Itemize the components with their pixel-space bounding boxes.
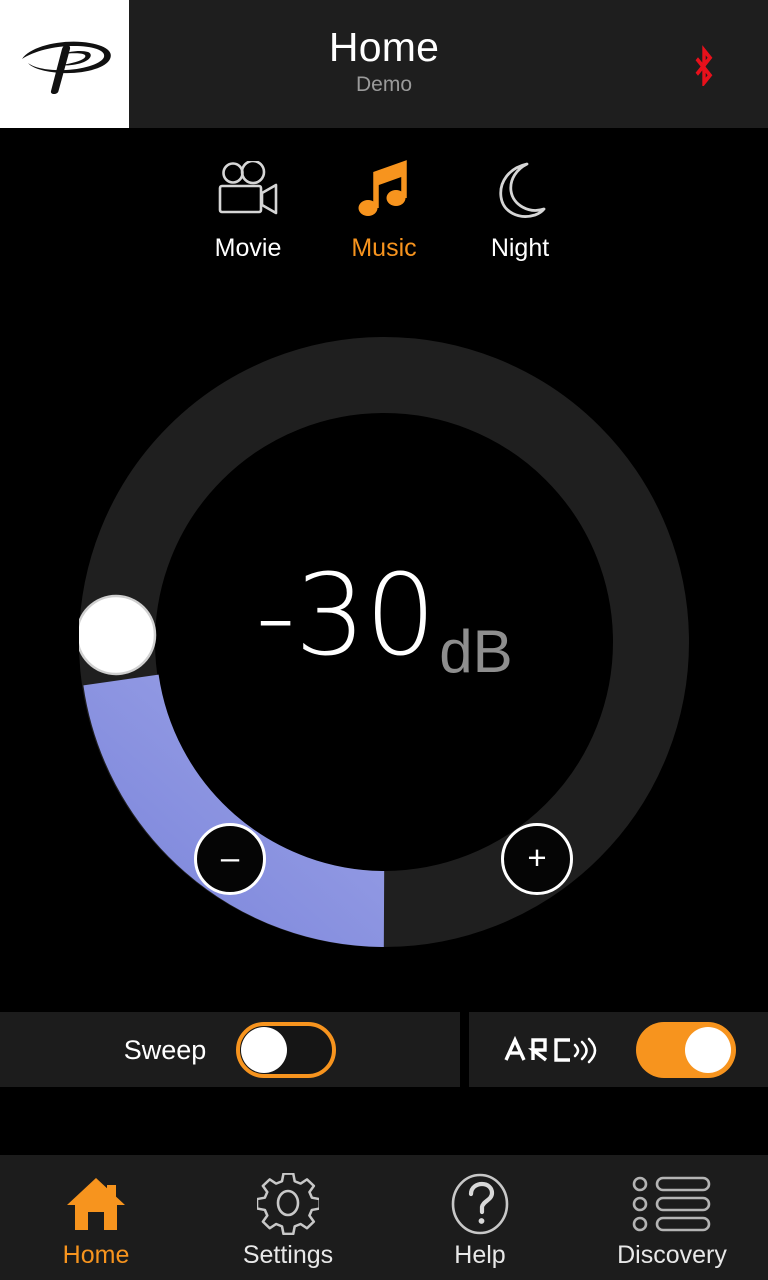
panel-divider [460, 1012, 469, 1087]
sweep-toggle-knob [241, 1026, 288, 1073]
volume-increase-button[interactable]: + [501, 823, 573, 895]
nav-item-help[interactable]: Help [384, 1155, 576, 1280]
nav-item-home[interactable]: Home [0, 1155, 192, 1280]
nav-label-discovery: Discovery [617, 1240, 727, 1269]
nav-label-home: Home [62, 1240, 130, 1269]
dial-knob-handle[interactable] [79, 594, 157, 676]
header-titles: Home Demo [129, 0, 639, 128]
app-root: Home Demo Movie Music Night -30dB – + Sw… [0, 0, 768, 1280]
nav-label-settings: Settings [242, 1240, 334, 1269]
paradigm-p-logo-icon [21, 41, 111, 94]
mode-item-music[interactable]: Music [316, 160, 452, 262]
nav-item-settings[interactable]: Settings [192, 1155, 384, 1280]
mode-selector: Movie Music Night [0, 160, 768, 262]
volume-dial[interactable] [79, 337, 689, 947]
volume-increase-label: + [527, 838, 547, 876]
bottom-navigation: Home Settings Help Discovery [0, 1155, 768, 1280]
nav-label-help: Help [454, 1240, 506, 1269]
sweep-toggle-switch[interactable] [236, 1021, 337, 1078]
sweep-panel[interactable]: Sweep [0, 1012, 460, 1087]
list-icon [631, 1173, 713, 1235]
volume-decrease-button[interactable]: – [194, 823, 266, 895]
gear-icon [257, 1172, 319, 1235]
page-title: Home [328, 24, 440, 70]
volume-decrease-label: – [220, 838, 240, 876]
mode-label-night: Night [490, 234, 550, 262]
music-note-icon [354, 160, 414, 222]
brand-logo [0, 0, 129, 128]
nav-item-discovery[interactable]: Discovery [576, 1155, 768, 1280]
question-mark-circle-icon [451, 1173, 509, 1235]
house-icon [63, 1173, 129, 1235]
mode-label-music: Music [351, 234, 417, 262]
toggle-row: Sweep [0, 1012, 768, 1087]
mode-label-movie: Movie [214, 234, 282, 262]
arc-wordmark-icon [502, 1033, 606, 1067]
crescent-moon-icon [491, 160, 549, 222]
page-subtitle: Demo [355, 73, 413, 96]
mode-item-night[interactable]: Night [452, 160, 588, 262]
sweep-label: Sweep [123, 1034, 207, 1065]
bluetooth-icon[interactable] [689, 38, 719, 86]
arc-toggle-switch[interactable] [635, 1021, 736, 1078]
app-header: Home Demo [0, 0, 768, 128]
mode-item-movie[interactable]: Movie [180, 160, 316, 262]
header-status-area [639, 0, 768, 128]
arc-panel[interactable] [469, 1012, 768, 1087]
arc-toggle-knob [684, 1026, 731, 1073]
movie-camera-icon [212, 160, 284, 222]
